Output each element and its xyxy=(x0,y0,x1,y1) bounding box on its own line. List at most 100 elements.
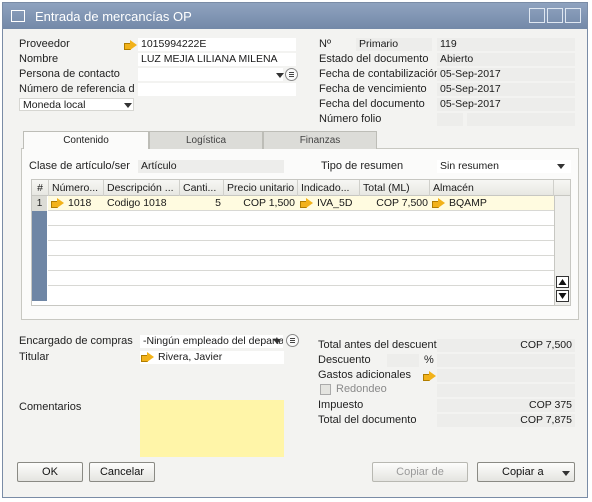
cell-indicador[interactable]: IVA_5D xyxy=(300,196,360,211)
numero-referencia-field[interactable] xyxy=(138,83,296,96)
col-header-index[interactable]: # xyxy=(32,180,49,196)
col-header-descripcion[interactable]: Descripción ... xyxy=(104,180,180,196)
persona-contacto-label: Persona de contacto xyxy=(19,68,120,80)
encargado-compras-label: Encargado de compras xyxy=(19,335,133,347)
fecha-contabilizacion-field[interactable]: 05-Sep-2017 xyxy=(437,68,575,81)
descuento-percent-field[interactable] xyxy=(387,354,419,367)
proveedor-field[interactable]: 1015994222E xyxy=(138,38,296,51)
proveedor-label: Proveedor xyxy=(19,38,70,50)
cell-precio[interactable]: COP 1,500 xyxy=(224,196,295,211)
numero-folio-label: Número folio xyxy=(319,113,382,125)
redondeo-checkbox[interactable] xyxy=(320,384,331,395)
tipo-resumen-label: Tipo de resumen xyxy=(321,160,404,172)
descuento-label: Descuento xyxy=(318,354,371,366)
cancel-button[interactable]: Cancelar xyxy=(89,462,155,482)
serie-select[interactable]: Primario xyxy=(356,38,432,51)
comentarios-label: Comentarios xyxy=(19,401,82,413)
chevron-down-icon[interactable] xyxy=(124,103,132,108)
scroll-up-icon[interactable] xyxy=(556,276,569,288)
table-row-empty[interactable] xyxy=(32,286,554,301)
document-icon xyxy=(11,10,25,22)
table-row-empty[interactable] xyxy=(32,211,554,226)
maximize-icon[interactable] xyxy=(547,8,563,23)
warehouse-link-arrow-icon[interactable] xyxy=(432,197,445,208)
fecha-documento-field[interactable]: 05-Sep-2017 xyxy=(437,98,575,111)
cell-cantidad[interactable]: 5 xyxy=(180,196,221,211)
estado-field: Abierto xyxy=(437,53,575,66)
encargado-compras-select[interactable]: -Ningún empleado del departa xyxy=(140,335,283,348)
clase-articulo-select[interactable]: Artículo xyxy=(138,160,284,173)
fecha-vencimiento-field[interactable]: 05-Sep-2017 xyxy=(437,83,575,96)
item-link-arrow-icon[interactable] xyxy=(51,197,64,208)
chevron-down-icon[interactable] xyxy=(557,164,565,169)
copy-from-button[interactable]: Copiar de xyxy=(372,462,468,482)
col-header-almacen[interactable]: Almacén xyxy=(430,180,554,196)
table-row-empty[interactable] xyxy=(32,271,554,286)
numero-folio-prefix-field[interactable] xyxy=(437,113,463,126)
minimize-icon[interactable] xyxy=(529,8,545,23)
persona-contacto-field[interactable] xyxy=(138,68,283,81)
titular-label: Titular xyxy=(19,351,50,363)
tab-contenido[interactable]: Contenido xyxy=(23,131,149,149)
table-header: # Número... Descripción ... Canti... Pre… xyxy=(32,180,570,196)
gastos-adicionales-label: Gastos adicionales xyxy=(318,369,411,381)
total-documento-field: COP 7,875 xyxy=(437,414,575,427)
fecha-contabilizacion-label: Fecha de contabilización xyxy=(319,68,441,80)
impuesto-label: Impuesto xyxy=(318,399,364,411)
window-title: Entrada de mercancías OP xyxy=(35,8,192,24)
goods-receipt-window: Entrada de mercancías OP Proveedor 10159… xyxy=(2,2,588,498)
table-row[interactable]: 1 1018 Codigo 1018 5 COP 1,500 IVA_5D CO… xyxy=(32,196,554,211)
chevron-down-icon[interactable] xyxy=(273,339,281,344)
cell-almacen[interactable]: BQAMP xyxy=(432,196,552,211)
chevron-down-icon[interactable] xyxy=(276,73,284,78)
title-bar[interactable]: Entrada de mercancías OP xyxy=(3,3,587,29)
copy-to-button[interactable]: Copiar a xyxy=(477,462,575,482)
nombre-label: Nombre xyxy=(19,53,59,65)
table-scrollbar[interactable] xyxy=(554,196,570,305)
close-icon[interactable] xyxy=(565,8,581,23)
no-label: Nº xyxy=(319,38,331,50)
clase-articulo-label: Clase de artículo/ser xyxy=(29,160,130,172)
descuento-amount-field[interactable] xyxy=(437,354,575,367)
doc-number-field[interactable]: 119 xyxy=(437,38,575,51)
numero-folio-field[interactable] xyxy=(467,113,575,126)
fecha-vencimiento-label: Fecha de vencimiento xyxy=(319,83,427,95)
cell-numero[interactable]: 1018 xyxy=(51,196,103,211)
tipo-resumen-select[interactable]: Sin resumen xyxy=(437,160,571,173)
table-row-empty[interactable] xyxy=(32,256,554,271)
owner-link-arrow-icon[interactable] xyxy=(141,351,154,362)
table-row-empty[interactable] xyxy=(32,241,554,256)
fecha-documento-label: Fecha del documento xyxy=(319,98,425,110)
moneda-value: Moneda local xyxy=(23,99,86,111)
ok-button[interactable]: OK xyxy=(17,462,83,482)
copy-to-label: Copiar a xyxy=(502,466,544,478)
nombre-field[interactable]: LUZ MEJIA LILIANA MILENA xyxy=(138,53,296,66)
scroll-down-icon[interactable] xyxy=(556,290,569,302)
tax-link-arrow-icon[interactable] xyxy=(300,197,313,208)
cell-total[interactable]: COP 7,500 xyxy=(360,196,428,211)
col-header-cantidad[interactable]: Canti... xyxy=(180,180,224,196)
chevron-down-icon[interactable] xyxy=(562,471,570,476)
col-header-numero[interactable]: Número... xyxy=(49,180,104,196)
row-number[interactable]: 1 xyxy=(32,196,48,211)
col-header-precio[interactable]: Precio unitario xyxy=(224,180,298,196)
items-table[interactable]: # Número... Descripción ... Canti... Pre… xyxy=(31,179,571,306)
tab-finanzas[interactable]: Finanzas xyxy=(263,131,377,149)
titular-field[interactable]: Rivera, Javier xyxy=(140,351,284,364)
cell-descripcion[interactable]: Codigo 1018 xyxy=(107,196,179,211)
col-header-total[interactable]: Total (ML) xyxy=(360,180,430,196)
total-antes-descuento-field: COP 7,500 xyxy=(437,339,575,352)
numero-referencia-label: Número de referencia d xyxy=(19,83,135,95)
total-antes-descuento-label: Total antes del descuento xyxy=(318,339,443,351)
table-row-empty[interactable] xyxy=(32,226,554,241)
impuesto-field: COP 375 xyxy=(437,399,575,412)
redondeo-field xyxy=(437,384,575,397)
col-header-indicador[interactable]: Indicado... xyxy=(298,180,360,196)
redondeo-label: Redondeo xyxy=(336,383,387,395)
tab-logistica[interactable]: Logística xyxy=(149,131,263,149)
buyer-list-icon[interactable] xyxy=(286,334,299,347)
comentarios-textarea[interactable] xyxy=(140,400,284,457)
moneda-select[interactable]: Moneda local xyxy=(19,98,134,111)
contact-list-icon[interactable] xyxy=(285,68,298,81)
total-documento-label: Total del documento xyxy=(318,414,417,426)
